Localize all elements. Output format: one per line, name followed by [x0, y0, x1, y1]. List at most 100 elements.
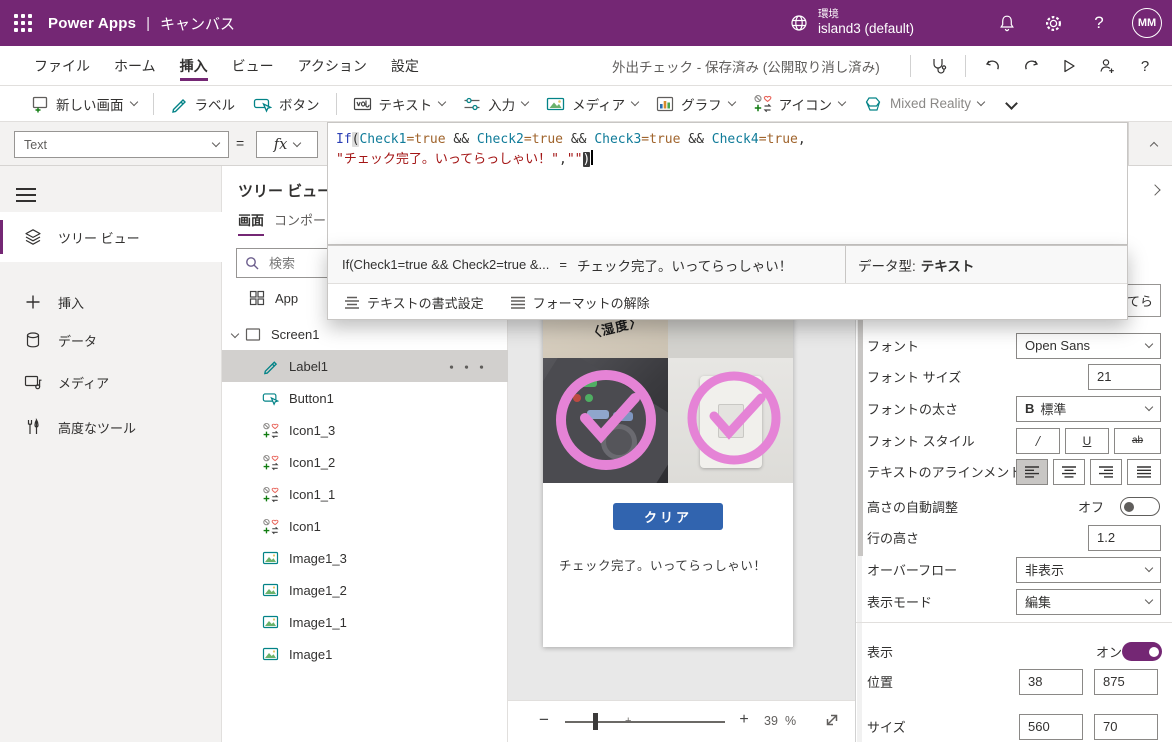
chevron-right-icon [1149, 184, 1160, 195]
tree-row-Icon1_2[interactable]: Icon1_2 [222, 446, 508, 478]
align-left-button[interactable] [1016, 459, 1048, 485]
font-dropdown[interactable]: Open Sans [1016, 333, 1161, 359]
tree-row-Image1_1[interactable]: Image1_1 [222, 606, 508, 638]
toolbar-new-screen-button[interactable]: 新しい画面 [22, 89, 146, 119]
preview-play-icon[interactable] [1050, 50, 1088, 82]
sidebar-item-insert[interactable]: 挿入 [0, 283, 222, 321]
font-weight-dropdown[interactable]: B 標準 [1016, 396, 1161, 422]
formula-line-2: "チェック完了。いってらっしゃい！","") [336, 150, 1119, 170]
menu-item-ファイル[interactable]: ファイル [22, 46, 102, 86]
menu-item-設定[interactable]: 設定 [379, 46, 431, 86]
toolbar-media-button[interactable]: メディア [537, 89, 647, 119]
font-weight-label: フォントの太さ [867, 399, 958, 418]
redo-icon[interactable] [1012, 50, 1050, 82]
sidebar-item-tree-view[interactable]: ツリー ビュー [0, 212, 222, 262]
data-icon [24, 331, 42, 349]
photo-light-switch[interactable] [668, 358, 793, 483]
toolbar-overflow-button[interactable] [1007, 96, 1016, 111]
tree-item-label: Icon1_1 [289, 487, 335, 502]
underline-button[interactable]: U [1065, 428, 1109, 454]
overflow-dropdown[interactable]: 非表示 [1016, 557, 1161, 583]
settings-gear-icon[interactable] [1030, 0, 1076, 46]
sidebar-item-data[interactable]: データ [0, 321, 222, 359]
popup-equals: = [559, 257, 567, 272]
help-icon[interactable]: ? [1076, 0, 1122, 46]
display-mode-dropdown[interactable]: 編集 [1016, 589, 1161, 615]
undo-icon[interactable] [974, 50, 1012, 82]
tree-row-Icon1_3[interactable]: Icon1_3 [222, 414, 508, 446]
format-text-button[interactable]: テキストの書式設定 [344, 293, 484, 312]
fit-to-window-icon[interactable] [822, 710, 842, 730]
sidebar-item-advanced-tools[interactable]: 高度なツール [0, 408, 222, 446]
formula-bar-collapse-button[interactable] [1128, 122, 1172, 166]
visible-state: オン [1096, 642, 1122, 661]
auto-height-toggle[interactable] [1120, 497, 1160, 516]
toolbar-chart-button[interactable]: グラフ [647, 89, 744, 119]
panel-collapse-button[interactable] [1144, 182, 1159, 197]
line-height-input[interactable] [1088, 525, 1161, 551]
image-icon [262, 646, 279, 662]
size-width-input[interactable] [1019, 714, 1083, 740]
zoom-bar: − + + 39 % [508, 700, 855, 742]
insert-icon [24, 293, 42, 311]
tree-row-Button1[interactable]: Button1 [222, 382, 508, 414]
environment-picker[interactable]: 環境 island3 (default) [789, 8, 914, 38]
align-center-button[interactable] [1053, 459, 1085, 485]
app-checker-icon[interactable] [919, 50, 957, 82]
zoom-slider-track[interactable] [565, 721, 725, 723]
property-dropdown[interactable]: Text [14, 131, 229, 158]
position-label: 位置 [867, 672, 893, 691]
zoom-slider-handle[interactable] [593, 713, 598, 730]
waffle-menu-icon[interactable] [14, 14, 32, 32]
tree-row-Icon1_1[interactable]: Icon1_1 [222, 478, 508, 510]
zoom-in-button[interactable]: + [732, 708, 756, 732]
left-nav-rail: ツリー ビュー挿入データメディア高度なツール [0, 166, 222, 742]
formula-token: ) [583, 152, 591, 167]
tree-row-Icon1[interactable]: Icon1 [222, 510, 508, 542]
toolbar-input-button[interactable]: 入力 [454, 89, 537, 119]
tree-row-Label1[interactable]: Label1・・・ [222, 350, 508, 382]
menubar-help-icon[interactable]: ? [1126, 50, 1164, 82]
visible-toggle[interactable] [1122, 642, 1162, 661]
chevron-down-icon[interactable] [231, 330, 239, 338]
zoom-out-button[interactable]: − [532, 708, 556, 732]
italic-button[interactable]: / [1016, 428, 1060, 454]
photo-remote-control[interactable] [543, 358, 668, 483]
fx-button[interactable]: fx [256, 131, 318, 158]
avatar[interactable]: MM [1132, 8, 1162, 38]
font-size-input[interactable] [1088, 364, 1161, 390]
formula-editor[interactable]: If(Check1=true && Check2=true && Check3=… [327, 122, 1128, 245]
position-x-input[interactable] [1019, 669, 1083, 695]
share-icon[interactable] [1088, 50, 1126, 82]
tree-row-Screen1[interactable]: Screen1 [222, 318, 508, 350]
position-y-input[interactable] [1094, 669, 1158, 695]
align-justify-button[interactable] [1127, 459, 1161, 485]
size-height-input[interactable] [1094, 714, 1158, 740]
strikethrough-button[interactable]: ab [1114, 428, 1161, 454]
toolbar-button-button[interactable]: ボタン [244, 89, 329, 119]
toolbar-mr-button[interactable]: Mixed Reality [854, 89, 993, 119]
toolbar-label-button[interactable]: ラベル [161, 89, 245, 119]
selected-label-control[interactable]: チェック完了。いってらっしゃい！ [559, 555, 766, 574]
remove-format-button[interactable]: フォーマットの解除 [510, 293, 650, 312]
sidebar-item-media-nav[interactable]: メディア [0, 363, 222, 401]
tab-画面[interactable]: 画面 [238, 210, 264, 236]
format-text-icon [344, 296, 367, 309]
align-right-button[interactable] [1090, 459, 1122, 485]
tree-row-Image1_3[interactable]: Image1_3 [222, 542, 508, 574]
tree-row-Image1_2[interactable]: Image1_2 [222, 574, 508, 606]
media-nav-icon [24, 373, 42, 391]
menu-item-挿入[interactable]: 挿入 [168, 46, 220, 86]
tree-row-Image1[interactable]: Image1 [222, 638, 508, 670]
toolbar-icons-button[interactable]: アイコン [744, 89, 854, 119]
toolbar-text-button[interactable]: テキスト [344, 89, 455, 119]
menu-item-ビュー[interactable]: ビュー [220, 46, 286, 86]
tree-item-label: Image1_3 [289, 551, 347, 566]
clear-button[interactable]: クリア [613, 503, 723, 530]
menu-item-ホーム[interactable]: ホーム [102, 46, 168, 86]
menu-item-アクション[interactable]: アクション [286, 46, 379, 86]
notifications-bell-icon[interactable] [984, 0, 1030, 46]
tab-コンポー[interactable]: コンポー [274, 210, 326, 236]
hamburger-menu-icon[interactable] [16, 184, 36, 206]
more-options-button[interactable]: ・・・ [445, 357, 490, 376]
